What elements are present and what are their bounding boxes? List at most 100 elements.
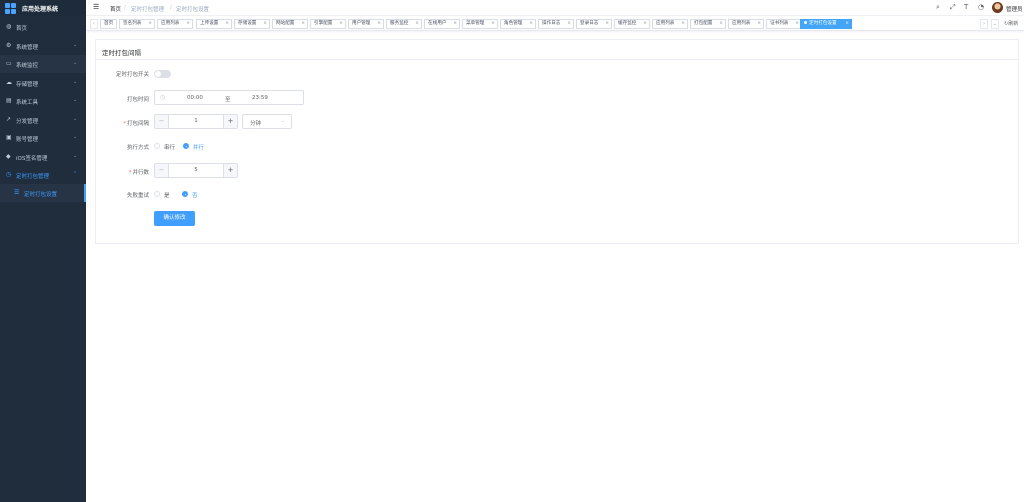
refresh-label: 刷新: [1008, 21, 1019, 27]
sidebar-item-tools[interactable]: ▤ 系统工具 ⌄: [0, 92, 86, 110]
close-icon[interactable]: ×: [148, 20, 152, 28]
tag[interactable]: 打包配置 ×: [690, 19, 726, 29]
breadcrumb-home[interactable]: 首页: [110, 5, 121, 13]
interval-stepper[interactable]: − 1 +: [154, 114, 238, 129]
increment-button[interactable]: +: [223, 115, 237, 128]
tag[interactable]: 服务监控 ×: [386, 19, 422, 29]
scroll-right-button[interactable]: ›: [980, 19, 988, 29]
sidebar-item-distribution[interactable]: ↗ 分发管理 ⌄: [0, 111, 86, 129]
sidebar-item-scheduled-build[interactable]: ◷ 定时打包管理 ⌃: [0, 166, 86, 184]
share-icon: ↗: [6, 116, 12, 123]
tag-label: 操作日志: [542, 21, 561, 26]
hamburger-icon[interactable]: ☰: [93, 4, 99, 11]
close-icon[interactable]: ×: [757, 20, 761, 28]
close-icon[interactable]: ×: [681, 20, 685, 28]
fullscreen-icon[interactable]: ⤢: [950, 3, 956, 11]
decrement-button[interactable]: −: [155, 115, 169, 128]
tag-label: 首页: [104, 21, 114, 26]
tag[interactable]: 引擎配置 ×: [310, 19, 346, 29]
avatar[interactable]: [992, 2, 1003, 13]
tag[interactable]: 登录日志 ×: [576, 19, 612, 29]
tag[interactable]: 缓存监控 ×: [614, 19, 650, 29]
radio-retry-yes[interactable]: [154, 191, 160, 197]
logo[interactable]: 应用处理系统: [0, 0, 86, 16]
tag[interactable]: 角色管理 ×: [500, 19, 536, 29]
tag[interactable]: 菜单管理 ×: [462, 19, 498, 29]
card-header: 定时打包间隔: [96, 40, 1018, 60]
tag[interactable]: 操作日志 ×: [538, 19, 574, 29]
decrement-button[interactable]: −: [155, 164, 169, 177]
close-icon[interactable]: ×: [719, 20, 723, 28]
sidebar-item-storage[interactable]: ☁ 存储管理 ⌄: [0, 74, 86, 92]
sidebar-item-monitor[interactable]: ▭ 系统监控 ⌄: [0, 55, 86, 73]
close-icon[interactable]: ×: [263, 20, 267, 28]
tag[interactable]: 在线用户 ×: [424, 19, 460, 29]
tag-label: 菜单管理: [466, 21, 485, 26]
tag[interactable]: 网站配置 ×: [272, 19, 308, 29]
tag[interactable]: 证书列表 ×: [766, 19, 802, 29]
radio-retry-yes-label[interactable]: 是: [164, 191, 170, 199]
close-icon[interactable]: ×: [415, 20, 419, 28]
parallel-stepper[interactable]: − 5 +: [154, 163, 238, 178]
tag-label: 登录日志: [580, 21, 599, 26]
close-icon[interactable]: ×: [795, 20, 799, 28]
close-icon[interactable]: ×: [225, 20, 229, 28]
close-icon[interactable]: ×: [529, 20, 533, 28]
tag[interactable]: 应用列表 ×: [652, 19, 688, 29]
close-icon[interactable]: ×: [377, 20, 381, 28]
close-icon[interactable]: ×: [605, 20, 609, 28]
close-icon[interactable]: ×: [491, 20, 495, 28]
tag-label: 用户管理: [352, 21, 371, 26]
username[interactable]: 管理员: [1006, 5, 1023, 13]
close-icon[interactable]: ×: [301, 20, 305, 28]
bell-icon[interactable]: ◔: [978, 3, 984, 11]
tag-label: 存储设置: [238, 21, 257, 26]
cloud-icon: ☁: [6, 79, 12, 86]
sidebar-item-label: 系统管理: [16, 45, 39, 51]
tag[interactable]: 签名列表 ×: [119, 19, 155, 29]
sidebar-item-home[interactable]: ◍ 首页: [0, 18, 86, 36]
tags-dropdown-button[interactable]: ⌄: [991, 19, 999, 29]
radio-parallel-label[interactable]: 并行: [193, 143, 204, 151]
sidebar-item-label: 分发管理: [16, 119, 39, 125]
tag[interactable]: 应用列表 ×: [728, 19, 764, 29]
search-icon[interactable]: ⌕: [936, 3, 940, 11]
close-icon[interactable]: ×: [845, 20, 849, 28]
sidebar-item-accounts[interactable]: ▣ 账号管理 ⌄: [0, 129, 86, 147]
sidebar-item-system[interactable]: ⚙ 系统管理 ⌄: [0, 37, 86, 55]
time-start[interactable]: 00:00: [187, 95, 203, 101]
parallel-value[interactable]: 5: [169, 167, 223, 173]
radio-serial-label[interactable]: 串行: [164, 143, 175, 151]
tag-active[interactable]: 定时打包设置 ×: [800, 19, 852, 29]
confirm-button[interactable]: 确认修改: [154, 211, 195, 226]
close-icon[interactable]: ×: [643, 20, 647, 28]
interval-value[interactable]: 1: [169, 118, 223, 124]
settings-card: 定时打包间隔 定时打包开关 打包时间 ◷ 00:00 至 23:59 *打包间隔…: [95, 39, 1019, 244]
chevron-down-icon: ⌄: [73, 60, 78, 66]
close-icon[interactable]: ×: [567, 20, 571, 28]
tag[interactable]: 应用列表 ×: [157, 19, 193, 29]
tag[interactable]: 首页: [100, 19, 117, 29]
radio-serial[interactable]: [154, 143, 160, 149]
close-icon[interactable]: ×: [186, 20, 190, 28]
tag[interactable]: 用户管理 ×: [348, 19, 384, 29]
sidebar-item-label: 系统监控: [16, 63, 39, 69]
close-icon[interactable]: ×: [339, 20, 343, 28]
radio-retry-no[interactable]: [182, 191, 188, 197]
sidebar-subitem-build-settings[interactable]: ☰ 定时打包设置: [0, 184, 86, 202]
breadcrumb-current: 定时打包设置: [176, 7, 210, 13]
font-size-icon[interactable]: T: [964, 3, 968, 11]
close-icon[interactable]: ×: [453, 20, 457, 28]
tag[interactable]: 上传设置 ×: [196, 19, 232, 29]
scroll-left-button[interactable]: ‹: [90, 19, 98, 29]
tag[interactable]: 存储设置 ×: [234, 19, 270, 29]
sidebar-item-ios-sign[interactable]: ◆ iOS签名管理 ⌄: [0, 148, 86, 166]
schedule-switch[interactable]: [154, 70, 171, 78]
interval-unit-select[interactable]: 分钟 ⌄: [242, 114, 292, 129]
time-range-picker[interactable]: ◷ 00:00 至 23:59: [154, 90, 304, 105]
refresh-button[interactable]: ↻刷新: [1004, 20, 1018, 27]
time-end[interactable]: 23:59: [252, 95, 268, 101]
increment-button[interactable]: +: [223, 164, 237, 177]
radio-parallel[interactable]: [183, 143, 189, 149]
radio-retry-no-label[interactable]: 否: [192, 191, 198, 199]
